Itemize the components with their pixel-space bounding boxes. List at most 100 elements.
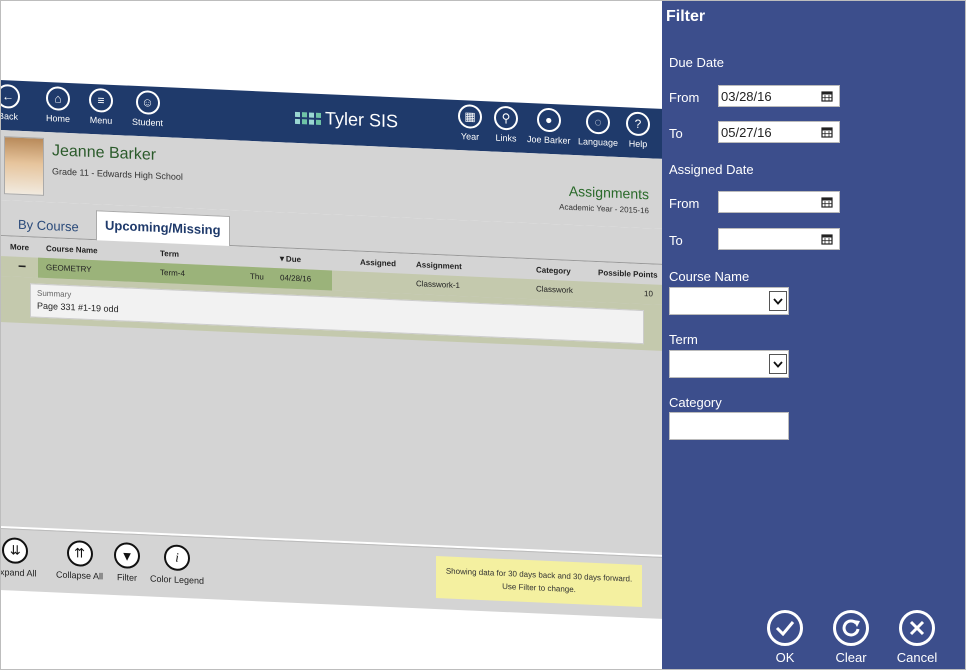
- expand-all-button[interactable]: ⇊ Expand All: [0, 537, 37, 579]
- course-name-select[interactable]: [669, 287, 789, 315]
- due-date-heading: Due Date: [669, 55, 724, 70]
- col-header-assignment[interactable]: Assignment: [416, 260, 462, 271]
- filter-button[interactable]: ▼ Filter: [114, 541, 140, 583]
- cancel-label: Cancel: [896, 650, 938, 665]
- cell-due-day: Thu: [250, 271, 264, 282]
- collapse-all-icon: ⇈: [66, 539, 93, 568]
- logo-mark-icon: [295, 111, 321, 125]
- home-label: Home: [46, 113, 71, 125]
- filter-label: Filter: [117, 572, 137, 583]
- color-legend-label: Color Legend: [150, 573, 205, 586]
- cell-course: GEOMETRY: [46, 263, 92, 275]
- calendar-icon: ▦: [458, 103, 482, 130]
- filter-funnel-icon: ▼: [114, 541, 140, 570]
- due-from-field[interactable]: [718, 85, 840, 107]
- back-label: Back: [0, 110, 18, 122]
- summary-label: Summary: [37, 288, 72, 300]
- col-header-course[interactable]: Course Name: [46, 244, 98, 255]
- link-icon: ⚲: [494, 105, 518, 131]
- assigned-from-input[interactable]: [719, 192, 815, 212]
- student-label: Student: [132, 116, 164, 129]
- clear-button[interactable]: Clear: [823, 610, 879, 665]
- calendar-icon[interactable]: [815, 122, 839, 142]
- assigned-from-field[interactable]: [718, 191, 840, 213]
- cell-points: 10: [644, 289, 653, 299]
- speech-bubble-icon: ◌: [586, 109, 611, 135]
- tyler-sis-logo: Tyler SIS: [295, 107, 398, 132]
- term-label: Term: [669, 332, 698, 347]
- page-title: Assignments: [568, 182, 649, 203]
- due-to-label: To: [669, 126, 683, 141]
- col-header-category[interactable]: Category: [536, 265, 571, 276]
- filter-title: Filter: [666, 8, 706, 25]
- student-photo: [4, 136, 44, 196]
- back-button[interactable]: ← Back: [0, 83, 20, 122]
- col-header-more[interactable]: More: [10, 242, 29, 252]
- links-label: Links: [495, 132, 517, 144]
- menu-icon: ≡: [89, 87, 113, 113]
- app-window: ← Back ⌂ Home ≡ Menu ☺ Student Tyler SIS…: [0, 0, 662, 670]
- clear-label: Clear: [835, 650, 867, 665]
- assignments-grid: More Course Name Term ▼Due Assigned Assi…: [0, 236, 662, 556]
- collapse-all-button[interactable]: ⇈ Collapse All: [56, 539, 103, 581]
- home-icon: ⌂: [46, 86, 70, 112]
- help-label: Help: [628, 138, 648, 150]
- category-field[interactable]: [669, 412, 789, 440]
- expand-all-icon: ⇊: [2, 537, 29, 565]
- help-button[interactable]: ? Help: [626, 111, 650, 149]
- category-input[interactable]: [670, 413, 788, 439]
- language-button[interactable]: ◌ Language: [578, 109, 618, 148]
- refresh-icon: [833, 610, 869, 646]
- filter-panel: Filter Due Date From To Assigned Date Fr…: [662, 0, 966, 670]
- year-button[interactable]: ▦ Year: [458, 103, 482, 142]
- menu-label: Menu: [89, 114, 113, 126]
- due-to-input[interactable]: [719, 122, 815, 142]
- checkmark-icon: [767, 610, 803, 646]
- user-button[interactable]: ● Joe Barker: [527, 107, 571, 146]
- collapse-all-label: Collapse All: [56, 569, 104, 582]
- chevron-down-icon[interactable]: [769, 354, 787, 374]
- col-header-due[interactable]: ▼Due: [278, 254, 301, 264]
- logo-text: Tyler SIS: [325, 108, 399, 132]
- student-grade: Grade 11 - Edwards High School: [52, 166, 183, 182]
- category-label: Category: [669, 395, 722, 410]
- calendar-icon[interactable]: [815, 229, 839, 249]
- chevron-down-icon[interactable]: [769, 291, 787, 311]
- academic-year: Academic Year - 2015-16: [559, 202, 649, 216]
- course-name-label: Course Name: [669, 269, 750, 284]
- collapse-row-icon[interactable]: −: [18, 258, 26, 274]
- assigned-to-field[interactable]: [718, 228, 840, 250]
- cell-due-date: 04/28/16: [280, 273, 312, 284]
- calendar-icon[interactable]: [815, 192, 839, 212]
- ok-label: OK: [775, 650, 795, 665]
- summary-text: Page 331 #1-19 odd: [37, 300, 119, 315]
- info-icon: i: [164, 544, 191, 572]
- ok-button[interactable]: OK: [757, 610, 813, 665]
- back-arrow-icon: ←: [0, 83, 20, 109]
- col-header-points[interactable]: Possible Points: [598, 268, 658, 280]
- term-select[interactable]: [669, 350, 789, 378]
- close-icon: [899, 610, 935, 646]
- col-header-assigned[interactable]: Assigned: [360, 258, 396, 269]
- assigned-date-heading: Assigned Date: [669, 162, 754, 177]
- due-to-field[interactable]: [718, 121, 840, 143]
- assigned-to-input[interactable]: [719, 229, 815, 249]
- due-from-input[interactable]: [719, 86, 815, 106]
- student-icon: ☺: [135, 89, 160, 115]
- due-from-label: From: [669, 90, 700, 105]
- user-icon: ●: [536, 107, 561, 133]
- menu-button[interactable]: ≡ Menu: [89, 87, 113, 126]
- links-button[interactable]: ⚲ Links: [494, 105, 518, 144]
- student-name: Jeanne Barker: [52, 142, 157, 164]
- cell-category: Classwork: [536, 284, 573, 296]
- student-button[interactable]: ☺ Student: [132, 89, 164, 129]
- cell-term: Term-4: [160, 267, 185, 279]
- cancel-button[interactable]: Cancel: [889, 610, 945, 665]
- user-label: Joe Barker: [527, 134, 571, 146]
- color-legend-button[interactable]: i Color Legend: [150, 544, 204, 586]
- date-range-notice: Showing data for 30 days back and 30 day…: [436, 556, 642, 608]
- col-header-term[interactable]: Term: [160, 249, 179, 259]
- home-button[interactable]: ⌂ Home: [46, 86, 70, 124]
- cell-assignment: Classwork-1: [416, 279, 461, 291]
- calendar-icon[interactable]: [815, 86, 839, 106]
